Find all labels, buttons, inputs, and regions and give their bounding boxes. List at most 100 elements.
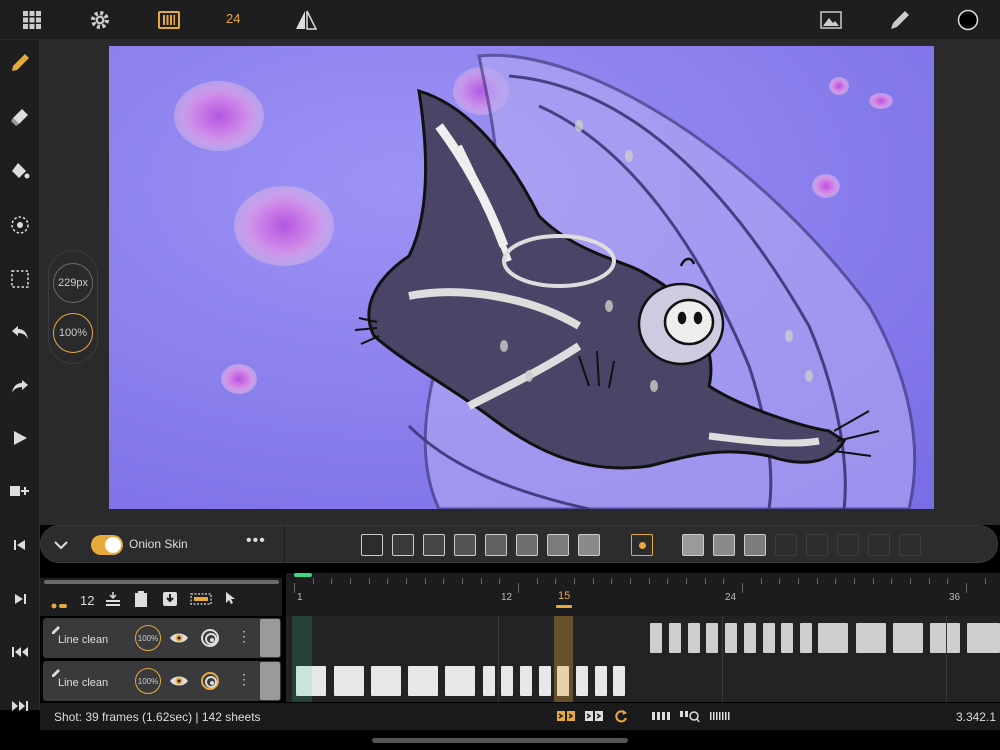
keyframe-dots-icon[interactable] (50, 597, 68, 615)
playhead-marker[interactable] (294, 573, 312, 577)
layer-row-2[interactable]: Line clean 100% ⋮ (43, 661, 281, 701)
frame-cell[interactable] (334, 666, 364, 696)
eye-icon[interactable] (168, 670, 190, 692)
layer-name[interactable]: Line clean (58, 677, 108, 689)
frame-cell[interactable] (613, 666, 625, 696)
frame-cell[interactable] (595, 666, 607, 696)
import-icon[interactable] (162, 591, 178, 612)
layer-handle[interactable] (260, 619, 280, 657)
frame-cell[interactable] (893, 623, 923, 653)
redo-icon[interactable] (8, 375, 32, 399)
onion-next-frame[interactable] (682, 534, 704, 556)
frame-cell[interactable] (967, 623, 1000, 653)
onion-next-frame[interactable] (775, 534, 797, 556)
onion-current-frame[interactable] (631, 534, 653, 556)
frame-cell[interactable] (408, 666, 438, 696)
frame-cell[interactable] (930, 623, 960, 653)
frame-cell[interactable] (445, 666, 475, 696)
onion-next-frame[interactable] (899, 534, 921, 556)
onion-prev-frame[interactable] (485, 534, 507, 556)
onion-prev-frame[interactable] (454, 534, 476, 556)
select-icon[interactable] (8, 267, 32, 291)
frame-cell[interactable] (706, 623, 718, 653)
play-icon[interactable] (8, 426, 32, 450)
onion-next-frame[interactable] (868, 534, 890, 556)
undo-icon[interactable] (8, 321, 32, 345)
onion-prev-frame[interactable] (578, 534, 600, 556)
lasso-icon[interactable] (8, 213, 32, 237)
gear-icon[interactable] (88, 8, 112, 32)
layer-opacity-badge[interactable]: 100% (135, 625, 161, 651)
frame-cell[interactable] (539, 666, 551, 696)
zoom-frames-icon[interactable] (680, 709, 700, 723)
prev-key-icon[interactable] (8, 640, 32, 664)
film-strip-icon[interactable] (157, 8, 181, 32)
layer-row-1[interactable]: Line clean 100% ⋮ (43, 618, 281, 658)
frame-cell[interactable] (744, 623, 756, 653)
frame-cell[interactable] (781, 623, 793, 653)
frames-icon[interactable] (652, 709, 672, 723)
layer-menu-button[interactable]: ⋮ (237, 671, 251, 688)
first-frame-icon[interactable] (8, 533, 32, 557)
frame-cell[interactable] (669, 623, 681, 653)
layer-name[interactable]: Line clean (58, 634, 108, 646)
grid-icon[interactable] (20, 8, 44, 32)
onion-next-frame[interactable] (837, 534, 859, 556)
frame-cell[interactable] (576, 666, 588, 696)
timeline-scale-icon[interactable] (710, 709, 730, 723)
layer-track-1[interactable] (286, 616, 1000, 659)
brush-slider[interactable]: 229px 100% (48, 250, 98, 364)
stack-icon[interactable] (104, 591, 122, 612)
frames-per-page[interactable]: 12 (80, 593, 94, 608)
frame-ruler[interactable]: 1 12 24 36 (286, 573, 1000, 616)
frame-cell[interactable] (763, 623, 775, 653)
color-swatch-icon[interactable] (956, 8, 980, 32)
frame-cell[interactable] (688, 623, 700, 653)
frame-cell[interactable] (856, 623, 886, 653)
onion-prev-frame[interactable] (361, 534, 383, 556)
drawing-canvas[interactable] (109, 46, 934, 509)
pencil-icon[interactable] (8, 51, 32, 75)
add-frame-icon[interactable] (8, 479, 32, 503)
layer-menu-button[interactable]: ⋮ (237, 628, 251, 645)
copy-sheet-icon[interactable] (133, 590, 149, 613)
layer-handle[interactable] (260, 662, 280, 700)
frame-cell[interactable] (725, 623, 737, 653)
frame-cell[interactable] (520, 666, 532, 696)
onion-prev-frame[interactable] (516, 534, 538, 556)
onion-next-frame[interactable] (806, 534, 828, 556)
layer-track-2[interactable] (286, 659, 1000, 702)
timeline-scroll[interactable] (44, 580, 279, 584)
frame-cell[interactable] (650, 623, 662, 653)
eraser-icon[interactable] (8, 105, 32, 129)
brush-icon[interactable] (888, 8, 912, 32)
onion-layer-icon[interactable] (199, 670, 221, 692)
frame-cell[interactable] (483, 666, 495, 696)
play-range-icon[interactable] (584, 709, 604, 723)
eye-icon[interactable] (168, 627, 190, 649)
onion-prev-frame[interactable] (392, 534, 414, 556)
next-key-icon[interactable] (8, 694, 32, 718)
next-frame-icon[interactable] (8, 587, 32, 611)
onion-next-frame[interactable] (744, 534, 766, 556)
frame-cell[interactable] (501, 666, 513, 696)
onion-prev-frame[interactable] (423, 534, 445, 556)
brush-opacity-knob[interactable]: 100% (53, 313, 93, 353)
frame-cell[interactable] (371, 666, 401, 696)
onion-layer-icon[interactable] (199, 627, 221, 649)
onion-skin-toggle[interactable] (91, 535, 123, 555)
frame-cell[interactable] (800, 623, 812, 653)
cursor-icon[interactable] (224, 591, 236, 610)
onion-more-button[interactable]: ••• (246, 532, 266, 550)
selection-range-icon[interactable] (190, 592, 212, 611)
loop-icon[interactable] (614, 709, 628, 723)
brush-size-knob[interactable]: 229px (53, 263, 93, 303)
image-icon[interactable] (819, 8, 843, 32)
loop-orange-icon[interactable] (556, 709, 576, 723)
onion-prev-frame[interactable] (547, 534, 569, 556)
fps-label[interactable]: 24 (226, 11, 240, 26)
flip-icon[interactable] (294, 8, 318, 32)
onion-next-frame[interactable] (713, 534, 735, 556)
collapse-chevron-icon[interactable] (53, 538, 69, 556)
layer-opacity-badge[interactable]: 100% (135, 668, 161, 694)
